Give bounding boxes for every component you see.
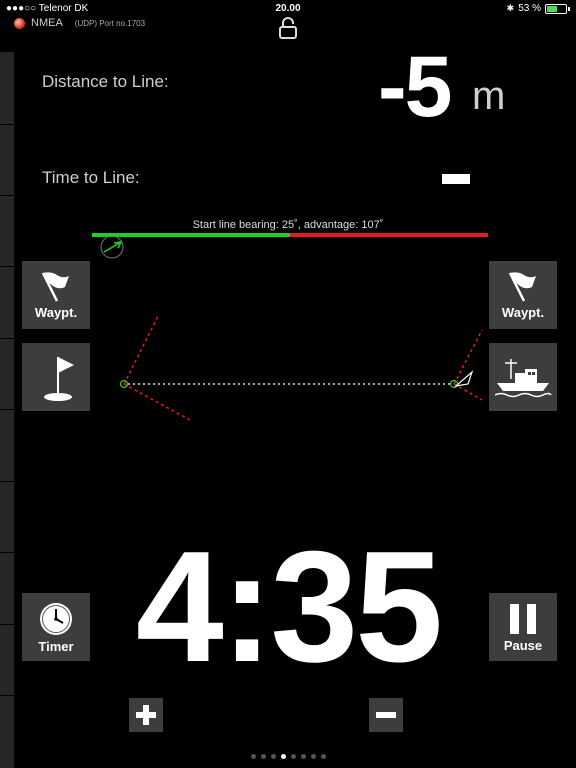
pin-layline-lower — [123, 383, 191, 421]
connection-label: NMEA — [31, 17, 63, 29]
page-dot[interactable] — [300, 754, 306, 759]
page-dot[interactable] — [260, 754, 266, 759]
status-time: 20.00 — [275, 3, 301, 14]
timer-button[interactable]: Timer — [22, 593, 90, 661]
distance-label: Distance to Line: — [42, 72, 169, 91]
distance-unit: m — [472, 74, 506, 118]
page-dot[interactable] — [320, 754, 326, 759]
page-indicator[interactable] — [0, 754, 576, 759]
time-to-line-label: Time to Line: — [42, 168, 140, 187]
start-line-bearing: Start line bearing: 25˚, advantage: 107˚ — [192, 219, 384, 231]
nmea-connection[interactable]: NMEA (UDP) Port no.1703 — [14, 17, 145, 29]
boat-layline-lower — [453, 383, 483, 401]
waypoint-right-label: Waypt. — [501, 304, 545, 320]
connection-status-icon — [14, 17, 25, 29]
pin-layline-upper — [123, 315, 159, 385]
flag-icon — [41, 271, 69, 302]
committee-boat-icon — [494, 359, 552, 398]
pause-icon — [510, 603, 536, 634]
own-boat-icon — [454, 370, 474, 387]
battery-icon — [545, 3, 567, 14]
clock-icon — [40, 602, 72, 635]
start-line-diagram — [119, 315, 483, 421]
flag-icon — [508, 271, 536, 302]
battery-indicator: ✱ 53 % — [507, 3, 570, 14]
unfavored-end-bar — [290, 233, 488, 237]
waypoint-right-button[interactable]: Waypt. — [489, 261, 557, 329]
page-dot[interactable] — [270, 754, 276, 759]
status-bar: ●●●○○ Telenor DK 20.00 ✱ 53 % — [0, 0, 576, 16]
wind-direction-icon — [100, 236, 124, 259]
distance-value: -5 — [378, 39, 452, 135]
bluetooth-icon: ✱ — [506, 3, 515, 13]
lock-open-icon[interactable] — [279, 17, 297, 39]
page-dot[interactable] — [290, 754, 296, 759]
page-dot[interactable] — [250, 754, 256, 759]
connection-detail: (UDP) Port no.1703 — [74, 18, 146, 28]
set-boat-end-button[interactable] — [489, 343, 557, 411]
plus-icon — [136, 705, 156, 725]
add-time-button[interactable] — [129, 698, 163, 732]
set-pin-end-button[interactable] — [22, 343, 90, 411]
page-dot[interactable] — [280, 754, 286, 759]
waypoint-left-button[interactable]: Waypt. — [22, 261, 90, 329]
pause-label: Pause — [503, 637, 543, 653]
waypoint-left-label: Waypt. — [34, 304, 78, 320]
minus-icon — [376, 712, 396, 718]
pin-flag-icon — [44, 357, 74, 401]
subtract-time-button[interactable] — [369, 698, 403, 732]
timer-label: Timer — [38, 638, 74, 654]
pause-button[interactable]: Pause — [489, 593, 557, 661]
time-to-line-value — [442, 174, 470, 184]
battery-percent: 53 % — [518, 3, 541, 14]
page-dot[interactable] — [310, 754, 316, 759]
